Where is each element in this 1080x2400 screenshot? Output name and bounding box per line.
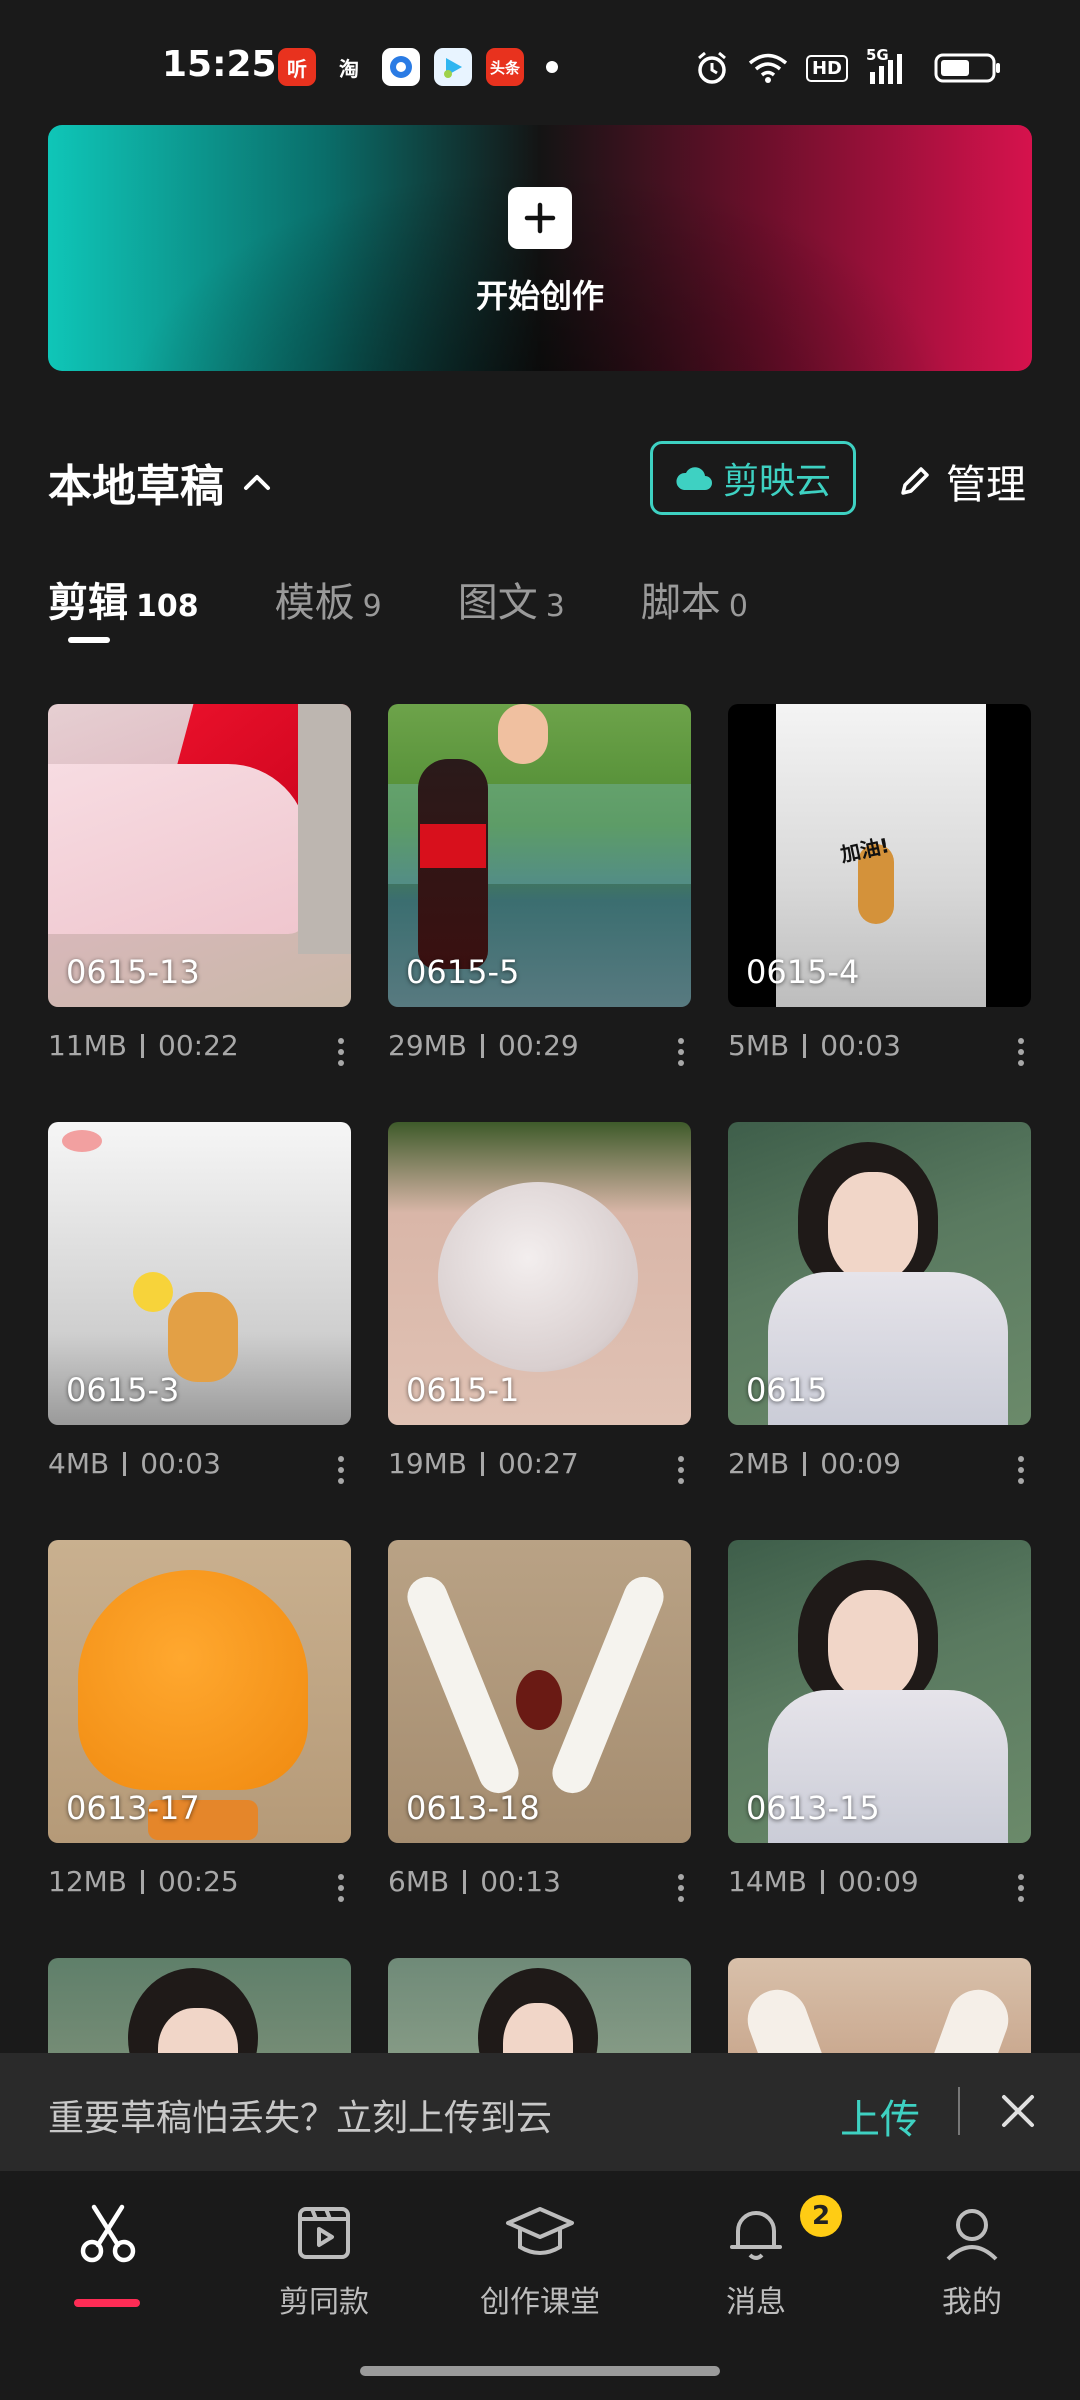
draft-thumbnail[interactable]: 0613-18 [388, 1540, 691, 1843]
bell-icon [730, 2211, 782, 2260]
upload-reminder-banner: 重要草稿怕丢失？立刻上传到云 上传 [0, 2053, 1080, 2171]
draft-name: 0615-13 [66, 953, 200, 991]
draft-thumbnail[interactable]: 0615-5 [388, 704, 691, 1007]
draft-thumbnail[interactable]: 0615-3 [48, 1122, 351, 1425]
nav-profile[interactable]: 我的 [872, 2201, 1072, 2321]
draft-meta: 19MB 00:27 [388, 1447, 579, 1480]
draft-thumbnail[interactable]: 0615-13 [48, 704, 351, 1007]
draft-name: 0613-18 [406, 1789, 540, 1827]
tab-count: 3 [545, 589, 565, 624]
more-options-icon[interactable] [677, 1038, 685, 1066]
draft-thumbnail[interactable]: 0613-17 [48, 1540, 351, 1843]
draft-name: 0615-4 [746, 953, 860, 991]
start-create-button[interactable]: 开始创作 [48, 125, 1032, 371]
tab-active-indicator [68, 637, 110, 643]
draft-thumbnail[interactable]: 0615-1 [388, 1122, 691, 1425]
draft-name: 0613-17 [66, 1789, 200, 1827]
home-indicator[interactable] [360, 2366, 720, 2376]
draft-thumbnail[interactable]: 0615 [728, 1122, 1031, 1425]
video-app-icon [434, 48, 472, 86]
hd-badge: HD [805, 54, 848, 82]
draft-name: 0615-5 [406, 953, 520, 991]
nav-active-indicator [74, 2299, 140, 2307]
more-options-icon[interactable] [337, 1038, 345, 1066]
more-options-icon[interactable] [677, 1874, 685, 1902]
draft-card[interactable]: 0615-3 4MB 00:03 [48, 1122, 351, 1484]
manage-button[interactable]: 管理 [896, 452, 1026, 510]
tab-image-text[interactable]: 图文 3 [458, 570, 565, 628]
draft-card[interactable]: 0615-1 19MB 00:27 [388, 1122, 691, 1484]
tab-script[interactable]: 脚本 0 [641, 570, 748, 628]
draft-meta: 5MB 00:03 [728, 1029, 901, 1062]
draft-name: 0613-15 [746, 1789, 880, 1827]
cloud-button-label: 剪映云 [722, 461, 831, 502]
taobao-app-icon: 淘 [339, 56, 359, 81]
nav-edit[interactable] [8, 2201, 208, 2265]
draft-meta: 2MB 00:09 [728, 1447, 901, 1480]
status-time: 15:25 [162, 44, 277, 85]
status-bar: 15:25 听 淘 头条 HD 5G [0, 0, 1080, 130]
draft-name: 0615 [746, 1371, 828, 1409]
alarm-icon [698, 51, 726, 84]
pencil-icon [901, 467, 929, 495]
banner-divider [958, 2087, 960, 2135]
tab-edit[interactable]: 剪辑 108 [48, 570, 199, 643]
draft-tabs: 剪辑 108 模板 9 图文 3 脚本 0 [48, 570, 824, 643]
close-icon[interactable] [998, 2091, 1038, 2135]
draft-card[interactable]: 0615-5 29MB 00:29 [388, 704, 691, 1066]
local-drafts-header[interactable]: 本地草稿 [48, 450, 272, 514]
draft-meta: 12MB 00:25 [48, 1865, 239, 1898]
draft-thumbnail[interactable]: 0613-15 [728, 1540, 1031, 1843]
manage-label: 管理 [946, 462, 1026, 508]
tab-count: 0 [728, 589, 748, 624]
tab-count: 9 [362, 589, 382, 624]
start-create-label: 开始创作 [475, 277, 604, 315]
clapperboard-icon [298, 2207, 350, 2259]
draft-meta: 11MB 00:22 [48, 1029, 239, 1062]
draft-card[interactable]: 0613-18 6MB 00:13 [388, 1540, 691, 1902]
status-indicators: HD 5G [694, 46, 1002, 86]
signal-icon: 5G [866, 46, 916, 86]
draft-meta: 6MB 00:13 [388, 1865, 561, 1898]
draft-card[interactable]: 0615-13 11MB 00:22 [48, 704, 351, 1066]
battery-icon [934, 53, 1000, 83]
more-options-icon[interactable] [677, 1456, 685, 1484]
status-app-icons: 听 淘 头条 [278, 48, 558, 86]
draft-card[interactable]: 0613-15 14MB 00:09 [728, 1540, 1031, 1902]
cloud-button[interactable]: 剪映云 [650, 441, 856, 515]
more-options-icon[interactable] [1017, 1874, 1025, 1902]
upload-button[interactable]: 上传 [840, 2087, 920, 2145]
browser-app-icon [382, 48, 420, 86]
draft-meta: 29MB 00:29 [388, 1029, 579, 1062]
draft-name: 0615-3 [66, 1371, 180, 1409]
graduation-cap-icon [506, 2207, 574, 2255]
ting-app-icon: 听 [278, 48, 316, 86]
nav-templates[interactable]: 剪同款 [224, 2201, 424, 2321]
draft-card[interactable]: 加油! 0615-4 5MB 00:03 [728, 704, 1031, 1066]
tab-template[interactable]: 模板 9 [275, 570, 382, 628]
draft-name: 0615-1 [406, 1371, 520, 1409]
draft-card[interactable]: 0615 2MB 00:09 [728, 1122, 1031, 1484]
cloud-icon [676, 467, 712, 490]
more-options-icon[interactable] [1017, 1456, 1025, 1484]
more-options-icon[interactable] [1017, 1038, 1025, 1066]
draft-card[interactable]: 0613-17 12MB 00:25 [48, 1540, 351, 1902]
scissors-icon [80, 2204, 136, 2263]
user-icon [946, 2209, 998, 2261]
draft-thumbnail[interactable]: 加油! 0615-4 [728, 704, 1031, 1007]
notification-dot [546, 61, 558, 73]
more-options-icon[interactable] [337, 1874, 345, 1902]
plus-icon [508, 187, 572, 249]
tab-count: 108 [136, 589, 199, 624]
section-title: 本地草稿 [48, 461, 224, 512]
message-count-badge: 2 [800, 2195, 842, 2237]
banner-text: 重要草稿怕丢失？立刻上传到云 [48, 2098, 553, 2139]
nav-classroom[interactable]: 创作课堂 [440, 2201, 640, 2321]
more-options-icon[interactable] [337, 1456, 345, 1484]
draft-meta: 14MB 00:09 [728, 1865, 919, 1898]
toutiao-app-icon: 头条 [486, 48, 524, 86]
wifi-icon [748, 53, 788, 83]
draft-meta: 4MB 00:03 [48, 1447, 221, 1480]
chevron-up-icon [244, 475, 270, 490]
